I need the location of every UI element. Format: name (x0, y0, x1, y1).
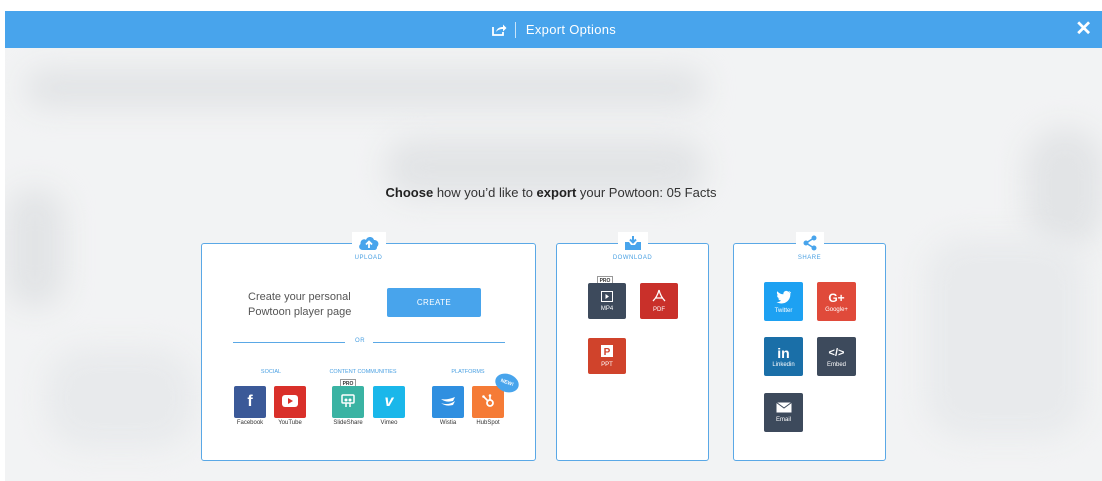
linkedin-label: Linkedin (772, 361, 795, 368)
category-social: SOCIAL (260, 369, 282, 375)
category-platforms: PLATFORMS (451, 369, 485, 375)
close-button[interactable]: ✕ (1075, 19, 1092, 39)
export-options-header: Export Options ✕ (5, 11, 1102, 48)
powerpoint-icon: P (600, 344, 614, 360)
facebook-tile[interactable]: f (234, 386, 266, 418)
intro-text: Choose how you’d like to export your Pow… (0, 185, 1102, 200)
envelope-icon (775, 402, 792, 415)
google-plus-tile[interactable]: G+ Google+ (817, 282, 856, 321)
cloud-upload-icon (351, 232, 386, 254)
share-panel-header: SHARE (734, 232, 885, 261)
linkedin-tile[interactable]: in Linkedin (764, 337, 803, 376)
ppt-label: PPT (601, 362, 613, 368)
youtube-tile[interactable] (274, 386, 306, 418)
wistia-icon (440, 395, 456, 409)
upload-panel-header: UPLOAD (202, 232, 535, 261)
ppt-tile[interactable]: P PPT (588, 338, 626, 374)
create-player-page-text: Create your personal Powtoon player page (248, 290, 351, 320)
mp4-label: MP4 (600, 305, 614, 312)
download-caption: DOWNLOAD (608, 255, 657, 261)
download-panel-header: DOWNLOAD (557, 232, 708, 261)
share-panel: SHARE (733, 232, 886, 461)
intro-text-1: how you’d like to (433, 185, 537, 200)
slideshare-icon (341, 394, 355, 410)
download-icon (617, 232, 648, 254)
video-icon (601, 290, 613, 304)
hubspot-tile[interactable] (472, 386, 504, 418)
google-plus-icon: G+ (828, 290, 845, 305)
or-divider-left (233, 342, 345, 343)
intro-text-2: your Powtoon: 05 Facts (576, 185, 717, 200)
create-text-line-2: Powtoon player page (248, 306, 352, 318)
share-icon (795, 232, 824, 254)
email-tile[interactable]: Email (764, 393, 803, 432)
download-panel: DOWNLOAD (556, 232, 709, 461)
facebook-icon: f (247, 393, 253, 410)
intro-export: export (536, 185, 577, 200)
code-icon: </> (828, 346, 845, 359)
vimeo-label: Vimeo (380, 420, 398, 426)
twitter-icon (776, 290, 792, 306)
twitter-tile[interactable]: Twitter (764, 282, 803, 321)
intro-choose: Choose (385, 185, 434, 200)
create-text-line-1: Create your personal (248, 291, 351, 303)
twitter-label: Twitter (774, 307, 793, 314)
embed-tile[interactable]: </> Embed (817, 337, 856, 376)
embed-label: Embed (826, 361, 846, 368)
youtube-label: YouTube (278, 420, 302, 426)
linkedin-icon: in (777, 344, 790, 361)
header-separator (514, 21, 516, 38)
google-plus-label: Google+ (825, 306, 848, 313)
pdf-tile[interactable]: PDF (640, 283, 678, 319)
vimeo-tile[interactable]: v (373, 386, 405, 418)
header-title: Export Options (525, 22, 617, 37)
email-label: Email (775, 417, 791, 423)
wistia-tile[interactable] (432, 386, 464, 418)
upload-panel: UPLOAD (201, 232, 536, 461)
pdf-label: PDF (653, 307, 665, 313)
hubspot-icon (480, 393, 496, 411)
header-title-group: Export Options (5, 11, 1102, 48)
create-button[interactable]: CREATE (387, 288, 481, 317)
export-icon (491, 23, 507, 37)
blurred-background (5, 48, 1102, 481)
pdf-icon (652, 289, 666, 305)
or-label: OR (355, 338, 366, 344)
vimeo-icon: v (384, 393, 394, 410)
upload-caption: UPLOAD (350, 255, 387, 261)
svg-text:P: P (604, 347, 611, 358)
or-divider-right (373, 342, 505, 343)
slideshare-tile[interactable] (332, 386, 364, 418)
category-content-communities: CONTENT COMMUNITIES (329, 369, 397, 375)
share-caption: SHARE (793, 255, 826, 261)
mp4-tile[interactable]: MP4 (588, 283, 626, 319)
hubspot-label: HubSpot (476, 420, 500, 426)
youtube-icon (282, 395, 298, 409)
